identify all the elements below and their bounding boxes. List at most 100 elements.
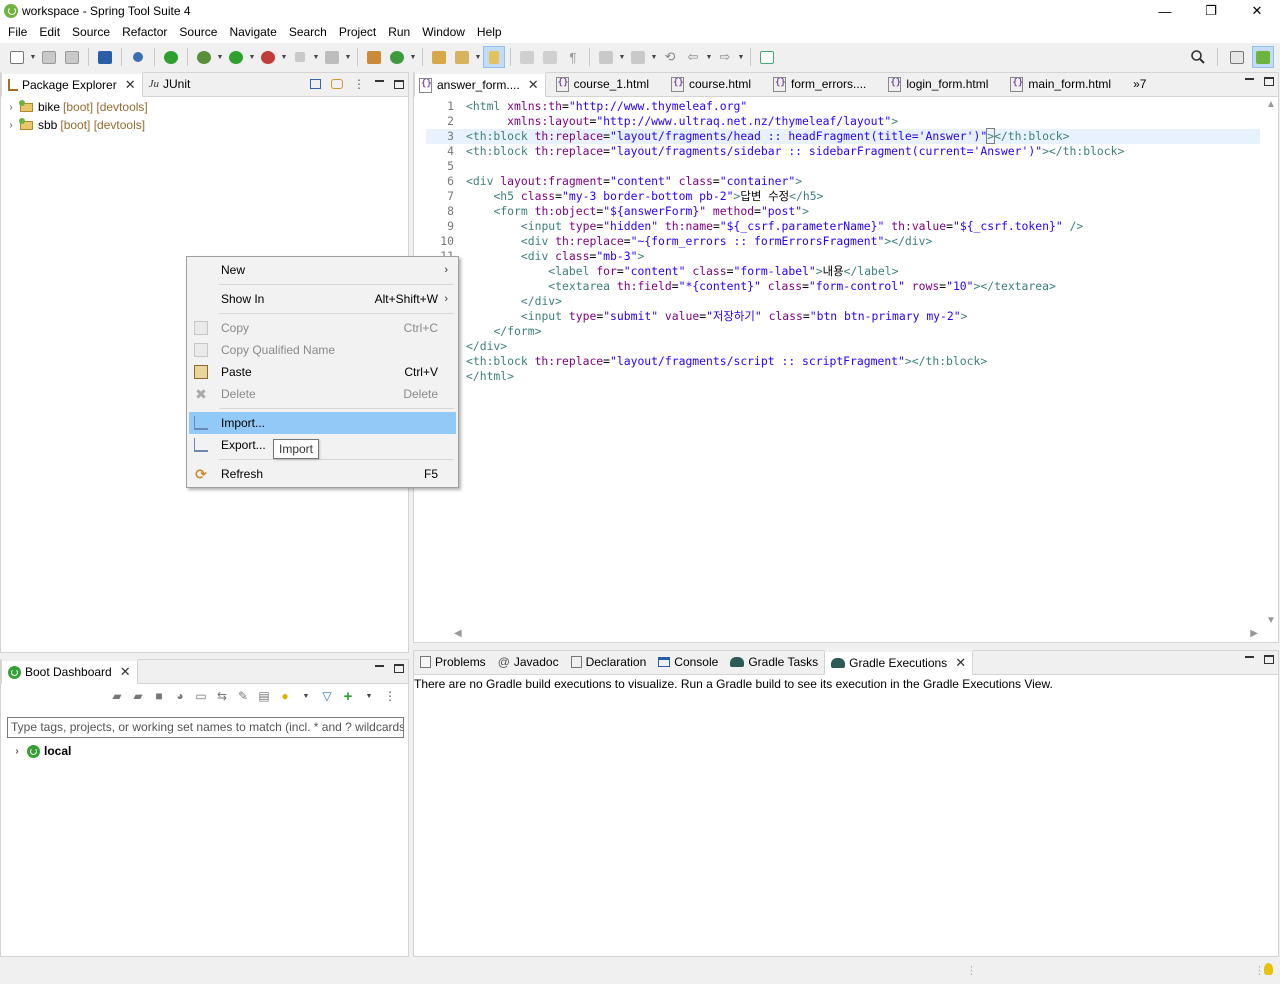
minimize-view-icon[interactable] — [1245, 77, 1254, 80]
properties-icon[interactable]: ▤ — [256, 688, 272, 704]
back-dropdown-icon[interactable]: ▼ — [705, 46, 713, 68]
menu-item-new[interactable]: New › — [189, 259, 456, 281]
minimize-view-icon[interactable] — [375, 664, 384, 667]
back-icon[interactable]: ⇦ — [682, 46, 704, 68]
tab-declaration[interactable]: Declaration — [565, 650, 653, 674]
tab-javadoc[interactable]: @ Javadoc — [492, 650, 565, 674]
scroll-up-icon[interactable]: ▲ — [1266, 99, 1276, 110]
minimize-view-icon[interactable] — [1245, 655, 1254, 658]
start-icon[interactable]: ▰ — [109, 688, 125, 704]
debug-dropdown-icon[interactable]: ▼ — [216, 46, 224, 68]
stop-icon[interactable]: ■ — [151, 688, 167, 704]
tab-package-explorer[interactable]: Package Explorer ✕ — [1, 72, 143, 97]
maximize-view-icon[interactable] — [1264, 655, 1274, 664]
scroll-right-icon[interactable]: ▶ — [1250, 628, 1258, 639]
show-whitespace-icon[interactable]: ¶ — [562, 46, 584, 68]
scroll-down-icon[interactable]: ▼ — [1266, 615, 1276, 626]
maximize-view-icon[interactable] — [394, 664, 404, 673]
menu-search[interactable]: Search — [283, 22, 333, 43]
toggle-block-selection-icon[interactable] — [539, 46, 561, 68]
pin-editor-icon[interactable] — [756, 46, 778, 68]
maximize-view-icon[interactable] — [394, 79, 404, 89]
tab-main-form[interactable]: main_form.html — [1004, 72, 1117, 96]
search-tool-dropdown-icon[interactable]: ▼ — [474, 46, 482, 68]
next-annotation-dropdown-icon[interactable]: ▼ — [618, 46, 626, 68]
save-icon[interactable] — [38, 46, 60, 68]
link-with-editor-icon[interactable] — [331, 79, 343, 89]
last-edit-location-icon[interactable]: ⟲ — [659, 46, 681, 68]
stop-dropdown-icon[interactable]: ▼ — [312, 46, 320, 68]
new-package-icon[interactable] — [363, 46, 385, 68]
editor-horizontal-scrollbar[interactable]: ◀ ▶ — [444, 628, 1260, 642]
minimize-button[interactable]: — — [1142, 0, 1188, 22]
lightbulb-dropdown-icon[interactable]: ▼ — [298, 688, 314, 704]
close-button[interactable]: ✕ — [1234, 0, 1280, 22]
tab-login-form[interactable]: login_form.html — [882, 72, 994, 96]
scroll-left-icon[interactable]: ◀ — [454, 628, 462, 639]
menu-item-refresh[interactable]: ⟳ Refresh F5 — [189, 463, 456, 485]
filter-icon[interactable]: ▽ — [319, 688, 335, 704]
menu-run[interactable]: Run — [382, 22, 416, 43]
menu-navigate[interactable]: Navigate — [223, 22, 282, 43]
tab-course-1[interactable]: course_1.html — [550, 72, 655, 96]
mark-occurrences-icon[interactable] — [483, 46, 505, 68]
new-icon[interactable] — [6, 46, 28, 68]
tab-gradle-executions[interactable]: Gradle Executions ✕ — [824, 650, 974, 675]
open-console-icon[interactable] — [321, 46, 343, 68]
external-tools-icon[interactable] — [257, 46, 279, 68]
menu-refactor[interactable]: Refactor — [116, 22, 173, 43]
menu-item-delete[interactable]: ✖ Delete Delete — [189, 383, 456, 405]
spring-perspective-icon[interactable] — [1252, 46, 1274, 68]
editor-vertical-scrollbar[interactable]: ▲ ▼ — [1262, 99, 1278, 628]
menu-source[interactable]: Source — [66, 22, 116, 43]
menu-item-copy-qualified-name[interactable]: Copy Qualified Name — [189, 339, 456, 361]
open-type-icon[interactable] — [428, 46, 450, 68]
lightbulb-icon[interactable]: ● — [277, 688, 293, 704]
save-all-icon[interactable] — [61, 46, 83, 68]
view-menu-icon[interactable]: ⋮ — [382, 688, 398, 704]
code-editor[interactable]: 1 <html xmlns:th="http://www.thymeleaf.or… — [426, 99, 1260, 628]
close-tab-icon[interactable]: ✕ — [120, 664, 131, 680]
tab-junit[interactable]: Ju JUnit — [143, 72, 197, 96]
edit-icon[interactable]: ✎ — [235, 688, 251, 704]
expand-icon[interactable]: › — [5, 120, 17, 131]
tab-boot-dashboard[interactable]: Boot Dashboard ✕ — [1, 659, 138, 684]
skip-breakpoints-icon[interactable] — [127, 46, 149, 68]
previous-annotation-icon[interactable] — [627, 46, 649, 68]
forward-icon[interactable]: ⇨ — [714, 46, 736, 68]
menu-project[interactable]: Project — [333, 22, 382, 43]
view-menu-icon[interactable]: ⋮ — [353, 77, 365, 91]
goto-project-icon[interactable]: ⇆ — [214, 688, 230, 704]
stop-icon[interactable] — [289, 46, 311, 68]
open-console-icon[interactable]: ▭ — [193, 688, 209, 704]
next-annotation-icon[interactable] — [595, 46, 617, 68]
add-dropdown-icon[interactable]: ▼ — [361, 688, 377, 704]
menu-item-show-in[interactable]: Show In Alt+Shift+W › — [189, 288, 456, 310]
tab-gradle-tasks[interactable]: Gradle Tasks — [724, 650, 824, 674]
tab-console[interactable]: Console — [652, 650, 724, 674]
menu-item-import[interactable]: Import... — [189, 412, 456, 434]
collapse-all-icon[interactable] — [310, 79, 321, 89]
filter-input[interactable]: Type tags, projects, or working set name… — [7, 717, 404, 738]
minimize-view-icon[interactable] — [375, 80, 384, 82]
maximize-view-icon[interactable] — [1264, 77, 1274, 86]
restore-button[interactable]: ❐ — [1188, 0, 1234, 22]
search-icon[interactable] — [1187, 46, 1209, 68]
close-tab-icon[interactable]: ✕ — [125, 77, 136, 93]
forward-dropdown-icon[interactable]: ▼ — [737, 46, 745, 68]
open-console-dropdown-icon[interactable]: ▼ — [344, 46, 352, 68]
external-tools-dropdown-icon[interactable]: ▼ — [280, 46, 288, 68]
tree-item[interactable]: › bike [boot] [devtools] — [5, 98, 148, 116]
debug-start-icon[interactable]: ▰ — [130, 688, 146, 704]
run-icon[interactable] — [225, 46, 247, 68]
open-perspective-icon[interactable] — [1226, 46, 1248, 68]
debug-icon[interactable] — [193, 46, 215, 68]
tab-form-errors[interactable]: form_errors.... — [767, 72, 872, 96]
menu-edit[interactable]: Edit — [33, 22, 66, 43]
tree-item-local[interactable]: › local — [11, 744, 71, 758]
previous-annotation-dropdown-icon[interactable]: ▼ — [650, 46, 658, 68]
expand-icon[interactable]: › — [5, 102, 17, 113]
search-tool-icon[interactable] — [451, 46, 473, 68]
close-tab-icon[interactable]: ✕ — [528, 77, 539, 93]
new-class-icon[interactable] — [386, 46, 408, 68]
